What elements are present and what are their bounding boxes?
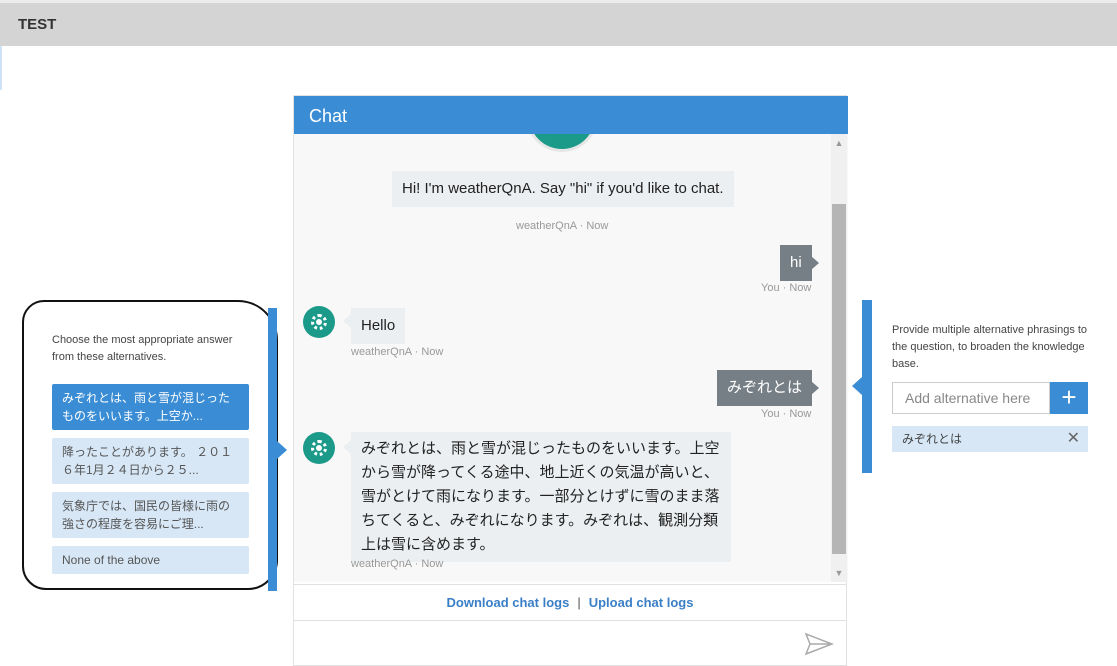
- chat-history[interactable]: Hi! I'm weatherQnA. Say "hi" if you'd li…: [294, 134, 848, 582]
- bubble-tail: [343, 314, 351, 328]
- message-meta: weatherQnA · Now: [351, 558, 444, 570]
- download-chat-logs-link[interactable]: Download chat logs: [447, 595, 570, 610]
- phrasing-description: Provide multiple alternative phrasings t…: [892, 324, 1088, 370]
- bot-avatar: [303, 306, 335, 338]
- message-meta: weatherQnA · Now: [351, 346, 444, 358]
- phrasing-panel-pointer: [852, 377, 862, 395]
- tag-label: みぞれとは: [902, 432, 963, 446]
- bubble-tail: [811, 381, 819, 395]
- message-bot-answer: みぞれとは、雨と雪が混じったものをいいます。上空から雪が降ってくる途中、地上近く…: [351, 432, 731, 562]
- alternative-phrasing-tag: みぞれとは ✕: [892, 426, 1088, 452]
- alternative-option-3[interactable]: 気象庁では、国民の皆様に雨の強さの程度を容易にご理...: [52, 492, 249, 538]
- alternatives-panel: Choose the most appropriate answer from …: [22, 300, 278, 590]
- alternatives-description: Choose the most appropriate answer from …: [52, 334, 233, 363]
- send-icon[interactable]: [804, 631, 834, 657]
- phrasing-panel-bar: [862, 300, 872, 473]
- chat-window: Chat Hi! I'm weatherQnA. Say "hi" if you…: [293, 95, 848, 666]
- bot-avatar: [303, 432, 335, 464]
- chat-header: Chat: [294, 96, 848, 134]
- alternative-option-2[interactable]: 降ったことがあります。 ２０１６年1月２４日から２５...: [52, 438, 249, 484]
- message-meta: You · Now: [761, 282, 812, 294]
- alternative-option-1[interactable]: みぞれとは、雨と雪が混じったものをいいます。上空か...: [52, 384, 249, 430]
- bubble-tail: [811, 256, 819, 270]
- top-bar: TEST: [0, 0, 1117, 46]
- alternative-option-none[interactable]: None of the above: [52, 546, 249, 574]
- scroll-down-icon[interactable]: ▼: [834, 568, 844, 578]
- chat-input-row: [294, 620, 846, 665]
- chat-scrollbar[interactable]: ▲ ▼: [831, 134, 847, 582]
- links-separator: |: [577, 595, 581, 610]
- upload-chat-logs-link[interactable]: Upload chat logs: [589, 595, 694, 610]
- gear-icon: [311, 440, 327, 456]
- message-bot-hello: Hello: [351, 308, 406, 344]
- scroll-up-icon[interactable]: ▲: [834, 138, 844, 148]
- bot-avatar-large: [526, 134, 598, 152]
- alternatives-panel-bar: [268, 308, 277, 591]
- message-meta: weatherQnA · Now: [516, 220, 609, 232]
- chat-message-input[interactable]: [302, 627, 792, 659]
- alternatives-panel-pointer: [277, 441, 287, 459]
- scrollbar-thumb[interactable]: [832, 204, 846, 554]
- message-bot-greeting: Hi! I'm weatherQnA. Say "hi" if you'd li…: [392, 171, 734, 207]
- close-icon[interactable]: ✕: [1067, 426, 1080, 452]
- add-alternative-input[interactable]: [892, 382, 1050, 414]
- gear-icon: [311, 314, 327, 330]
- message-user-question: みぞれとは: [717, 370, 813, 406]
- message-meta: You · Now: [761, 408, 812, 420]
- add-alternative-button[interactable]: +: [1050, 382, 1088, 414]
- app-title: TEST: [18, 16, 57, 33]
- bubble-tail: [343, 440, 351, 454]
- chat-header-title: Chat: [309, 106, 348, 126]
- message-user-hi: hi: [780, 245, 812, 281]
- chat-logs-bar: Download chat logs | Upload chat logs: [294, 584, 846, 620]
- left-accent-line: [0, 46, 2, 90]
